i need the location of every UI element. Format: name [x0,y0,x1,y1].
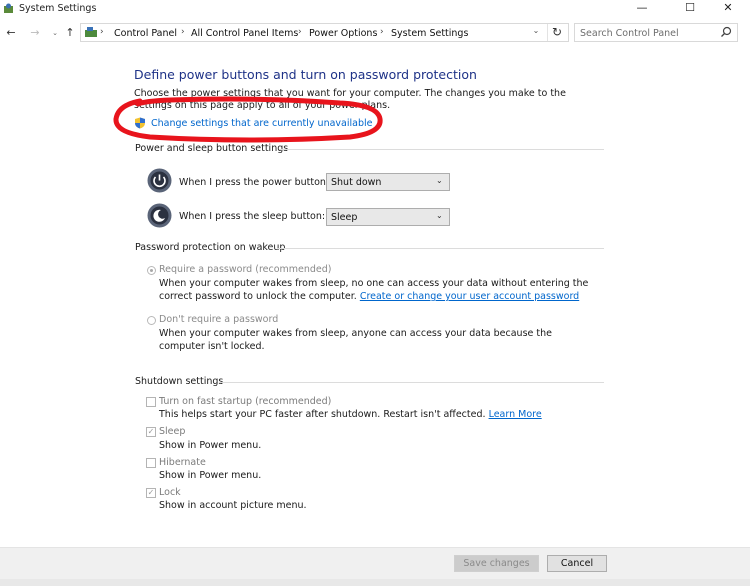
hibernate-option-desc: Show in Power menu. [159,470,262,481]
control-panel-icon [85,27,97,37]
breadcrumb-system-settings[interactable]: System Settings [391,28,468,39]
search-input[interactable]: Search Control Panel [580,28,679,39]
refresh-icon[interactable]: ↻ [547,24,566,41]
back-arrow-icon[interactable]: ← [4,26,18,40]
forward-arrow-icon[interactable]: → [28,26,42,40]
hibernate-option-label: Hibernate [159,457,206,468]
fast-startup-desc-text: This helps start your PC faster after sh… [159,409,486,420]
lock-option-desc: Show in account picture menu. [159,500,307,511]
chevron-down-icon[interactable]: ⌄ [530,26,542,35]
require-password-desc: When your computer wakes from sleep, no … [159,277,599,303]
power-button-label: When I press the power button: [179,177,330,188]
no-password-desc: When your computer wakes from sleep, any… [159,328,552,352]
fast-startup-desc: This helps start your PC faster after sh… [159,409,542,420]
section-title-shutdown: Shutdown settings [135,376,224,387]
lock-checkbox[interactable]: ✓ [146,488,156,498]
maximize-button[interactable]: ☐ [670,0,710,18]
section-divider [279,149,604,150]
recent-dropdown-icon[interactable]: ⌄ [48,26,62,40]
breadcrumb-all-items[interactable]: All Control Panel Items [191,28,298,39]
power-button-value[interactable]: Shut down [331,177,381,188]
search-icon[interactable] [720,26,732,38]
no-password-radio[interactable] [147,316,156,325]
learn-more-link[interactable]: Learn More [489,409,542,420]
hibernate-checkbox[interactable] [146,458,156,468]
change-password-link[interactable]: Create or change your user account passw… [360,291,579,302]
require-password-radio[interactable] [147,266,156,275]
close-button[interactable]: ✕ [708,0,748,18]
breadcrumb-separator: › [100,27,104,37]
chevron-down-icon[interactable]: ⌄ [436,211,443,220]
section-title-power: Power and sleep button settings [135,143,289,154]
sleep-button-label: When I press the sleep button: [179,211,326,222]
lock-option-label: Lock [159,487,181,498]
red-circle-annotation [113,96,383,143]
section-divider [219,382,604,383]
cancel-button[interactable]: Cancel [547,555,607,572]
sleep-option-desc: Show in Power menu. [159,440,262,451]
save-changes-button[interactable]: Save changes [454,555,539,572]
chevron-down-icon[interactable]: ⌄ [436,176,443,185]
minimize-button[interactable]: — [622,0,662,18]
breadcrumb-separator: › [380,27,384,37]
no-password-label: Don't require a password [159,314,279,325]
page-title: Define power buttons and turn on passwor… [134,67,477,82]
window-title: System Settings [19,3,97,14]
power-button-icon [147,168,172,193]
breadcrumb-control-panel[interactable]: Control Panel [114,28,177,39]
up-arrow-icon[interactable]: ↑ [63,26,77,40]
require-password-label: Require a password (recommended) [159,264,332,275]
taskbar-strip [0,579,750,586]
section-title-password: Password protection on wakeup [135,242,286,253]
section-divider [277,248,604,249]
breadcrumb-power-options[interactable]: Power Options [309,28,377,39]
power-options-icon [4,3,13,13]
sleep-button-value[interactable]: Sleep [331,212,357,223]
fast-startup-label: Turn on fast startup (recommended) [159,396,332,407]
breadcrumb-separator: › [181,27,185,37]
sleep-button-icon [147,203,172,228]
sleep-option-label: Sleep [159,426,186,437]
footer-bar [0,547,750,580]
sleep-checkbox[interactable]: ✓ [146,427,156,437]
breadcrumb-separator: › [298,27,302,37]
fast-startup-checkbox[interactable] [146,397,156,407]
